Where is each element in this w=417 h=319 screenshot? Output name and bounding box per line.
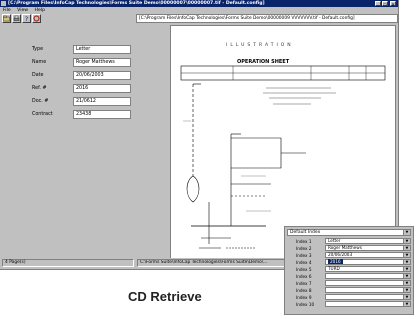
doc-field[interactable]: 21/0612 xyxy=(73,97,131,106)
index-panel: Default Index ▼ Index 1 Letter ▼ Index 2 … xyxy=(284,226,414,315)
index-profile-select[interactable]: Default Index ▼ xyxy=(287,229,411,236)
chevron-down-icon[interactable]: ▼ xyxy=(403,302,410,306)
chevron-down-icon[interactable]: ▼ xyxy=(403,295,410,299)
chevron-down-icon[interactable]: ▼ xyxy=(403,267,410,271)
help-button[interactable]: ? xyxy=(22,14,31,23)
index-label-3: Index 3 xyxy=(296,253,312,258)
printer-icon xyxy=(13,15,20,21)
index-label-8: Index 8 xyxy=(296,288,312,293)
index-field-9[interactable]: ▼ xyxy=(325,294,411,300)
retrieve-button[interactable] xyxy=(32,14,41,23)
chevron-down-icon[interactable]: ▼ xyxy=(403,260,410,264)
chevron-down-icon[interactable]: ▼ xyxy=(403,239,410,243)
app-icon xyxy=(1,1,6,6)
contract-field[interactable]: 23438 xyxy=(73,110,131,119)
index-value-3: 20/06/2003 xyxy=(328,252,353,257)
doc-label: Doc. # xyxy=(32,99,49,104)
scanned-drawing xyxy=(180,65,386,249)
index-field-2[interactable]: Roger Matthews ▼ xyxy=(325,245,411,251)
index-value-1: Letter xyxy=(328,238,341,243)
contract-label: Contract xyxy=(32,112,53,117)
document-viewer[interactable]: ILLUSTRATION OPERATION SHEET xyxy=(170,25,396,260)
index-label-5: Index 5 xyxy=(296,267,312,272)
path-field[interactable]: [C:\Program Files\InfoCap Technologies\F… xyxy=(136,14,398,23)
chevron-down-icon[interactable]: ▼ xyxy=(403,246,410,250)
index-field-6[interactable]: ▼ xyxy=(325,273,411,279)
title-bar: [C:\Program Files\InfoCap Technologies\F… xyxy=(0,0,398,7)
svg-text:?: ? xyxy=(25,16,28,22)
index-label-6: Index 6 xyxy=(296,274,312,279)
date-field[interactable]: 20/06/2003 xyxy=(73,71,131,80)
page-count: 4 Page(s) xyxy=(2,259,134,267)
index-label-9: Index 9 xyxy=(296,295,312,300)
type-field[interactable]: Letter xyxy=(73,45,131,54)
index-field-4[interactable]: 2016 ▼ xyxy=(325,259,411,265)
ref-field[interactable]: 2016 xyxy=(73,84,131,93)
help-icon: ? xyxy=(25,16,28,23)
type-label: Type xyxy=(32,47,44,52)
index-field-3[interactable]: 20/06/2003 ▼ xyxy=(325,252,411,258)
index-label-10: Index 10 xyxy=(296,302,315,307)
date-label: Date xyxy=(32,73,44,78)
window-title: [C:\Program Files\InfoCap Technologies\F… xyxy=(8,1,265,6)
index-field-5[interactable]: TURD ▼ xyxy=(325,266,411,272)
index-value-4: 2016 xyxy=(328,259,343,264)
index-value-5: TURD xyxy=(328,266,340,271)
index-label-4: Index 4 xyxy=(296,260,312,265)
index-value-2: Roger Matthews xyxy=(328,245,362,250)
folder-icon xyxy=(3,15,10,22)
print-button[interactable] xyxy=(12,14,21,23)
chevron-down-icon[interactable]: ▼ xyxy=(403,274,410,278)
index-field-10[interactable]: ▼ xyxy=(325,301,411,307)
index-field-7[interactable]: ▼ xyxy=(325,280,411,286)
ref-label: Ref. # xyxy=(32,86,47,91)
chevron-down-icon[interactable]: ▼ xyxy=(403,288,410,292)
retrieve-icon xyxy=(33,15,40,22)
name-label: Name xyxy=(32,60,47,65)
index-label-1: Index 1 xyxy=(296,239,312,244)
index-profile-value: Default Index xyxy=(290,230,321,235)
minimize-button[interactable]: _ xyxy=(375,1,381,7)
maximize-button[interactable]: □ xyxy=(382,1,388,7)
chevron-down-icon[interactable]: ▼ xyxy=(403,230,410,235)
open-button[interactable] xyxy=(2,14,11,23)
name-field[interactable]: Roger Matthews xyxy=(73,58,131,67)
chevron-down-icon[interactable]: ▼ xyxy=(403,281,410,285)
index-field-1[interactable]: Letter ▼ xyxy=(325,238,411,244)
close-button[interactable]: × xyxy=(390,1,396,7)
index-label-2: Index 2 xyxy=(296,246,312,251)
chevron-down-icon[interactable]: ▼ xyxy=(403,253,410,257)
caption: CD Retrieve xyxy=(128,289,202,304)
index-field-8[interactable]: ▼ xyxy=(325,287,411,293)
index-label-7: Index 7 xyxy=(296,281,312,286)
